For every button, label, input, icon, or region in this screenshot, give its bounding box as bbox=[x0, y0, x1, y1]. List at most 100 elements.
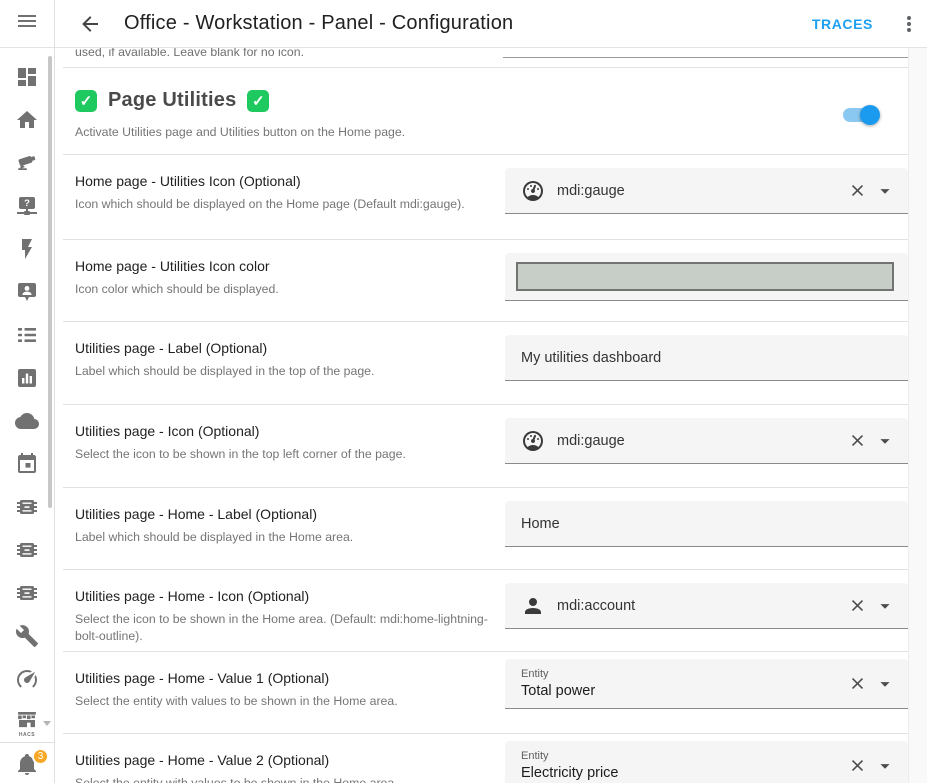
row-description: Icon which should be displayed on the Ho… bbox=[75, 196, 500, 213]
page-utilities-toggle[interactable] bbox=[843, 108, 877, 122]
calendar-icon bbox=[15, 452, 39, 481]
person-message-icon bbox=[15, 280, 39, 309]
dropdown-arrow-icon[interactable] bbox=[874, 180, 896, 202]
sidebar-item-dashboard[interactable] bbox=[0, 58, 54, 101]
entity-field-label: Entity bbox=[521, 750, 619, 762]
config-row: Utilities page - Label (Optional) Label … bbox=[63, 322, 908, 405]
row-label: Utilities page - Label (Optional) bbox=[75, 340, 505, 356]
field-value: My utilities dashboard bbox=[521, 350, 661, 366]
clear-icon[interactable] bbox=[848, 596, 867, 615]
gauge-icon bbox=[521, 429, 545, 453]
home-icon bbox=[15, 108, 39, 137]
row-description: Select the icon to be shown in the top l… bbox=[75, 446, 500, 463]
row-label: Utilities page - Home - Value 1 (Optiona… bbox=[75, 670, 505, 686]
field-value: Electricity price bbox=[521, 765, 619, 781]
speedometer-icon bbox=[15, 667, 39, 696]
sidebar-item-history[interactable] bbox=[0, 359, 54, 402]
sidebar-item-person-panel[interactable] bbox=[0, 273, 54, 316]
entity-field-label: Entity bbox=[521, 668, 595, 680]
sidebar-item-cloud[interactable] bbox=[0, 402, 54, 445]
field-value: mdi:gauge bbox=[557, 183, 625, 199]
dropdown-arrow-icon[interactable] bbox=[874, 430, 896, 452]
main-scrollbar-track[interactable] bbox=[908, 48, 927, 783]
config-form: used, if available. Leave blank for no i… bbox=[55, 48, 927, 783]
sidebar-notifications[interactable]: 3 bbox=[0, 742, 54, 783]
chip-icon bbox=[15, 538, 39, 567]
dropdown-arrow-icon[interactable] bbox=[874, 673, 896, 695]
dropdown-arrow-icon[interactable] bbox=[874, 595, 896, 617]
sidebar-menu-button[interactable] bbox=[0, 0, 54, 48]
home-icon-select[interactable]: mdi:account bbox=[505, 583, 908, 629]
home-label-input[interactable]: Home bbox=[505, 501, 908, 547]
svg-text:?: ? bbox=[24, 198, 30, 209]
row-label: Home page - Utilities Icon (Optional) bbox=[75, 173, 505, 189]
sidebar-item-cameras[interactable] bbox=[0, 144, 54, 187]
field-value: Home bbox=[521, 516, 560, 532]
sidebar-item-home[interactable] bbox=[0, 101, 54, 144]
kebab-menu-button[interactable] bbox=[897, 12, 921, 36]
sidebar-item-device-1[interactable] bbox=[0, 488, 54, 531]
clear-icon[interactable] bbox=[848, 431, 867, 450]
sidebar-item-energy[interactable] bbox=[0, 230, 54, 273]
row-label: Utilities page - Home - Icon (Optional) bbox=[75, 588, 505, 604]
clear-icon[interactable] bbox=[848, 756, 867, 775]
hacs-store-icon bbox=[16, 712, 38, 732]
sidebar-item-device-3[interactable] bbox=[0, 574, 54, 617]
sidebar-nav: ? bbox=[0, 48, 54, 746]
field-value: mdi:gauge bbox=[557, 433, 625, 449]
bell-icon bbox=[15, 763, 39, 780]
cctv-icon bbox=[15, 151, 39, 180]
row-label: Utilities page - Icon (Optional) bbox=[75, 423, 505, 439]
sidebar-item-device-2[interactable] bbox=[0, 531, 54, 574]
wrench-icon bbox=[15, 624, 39, 653]
home-utilities-icon-select[interactable]: mdi:gauge bbox=[505, 168, 908, 214]
gauge-icon bbox=[521, 179, 545, 203]
network-question-icon: ? bbox=[15, 194, 39, 223]
lightning-bolt-icon bbox=[15, 237, 39, 266]
chevron-down-icon bbox=[43, 721, 51, 726]
dropdown-arrow-icon[interactable] bbox=[874, 755, 896, 777]
row-description: Label which should be displayed in the t… bbox=[75, 363, 500, 380]
partial-input-underline bbox=[503, 57, 908, 58]
config-row: Utilities page - Home - Label (Optional)… bbox=[63, 488, 908, 570]
back-button[interactable] bbox=[78, 12, 102, 36]
utilities-page-icon-select[interactable]: mdi:gauge bbox=[505, 418, 908, 464]
sidebar-item-gauge-panel[interactable] bbox=[0, 660, 54, 703]
hacs-label: HACS bbox=[19, 733, 35, 738]
app-header: Office - Workstation - Panel - Configura… bbox=[55, 0, 927, 48]
sidebar-item-hacs[interactable]: HACS bbox=[0, 703, 54, 746]
check-emoji-icon: ✓ bbox=[75, 90, 97, 112]
partial-description: used, if available. Leave blank for no i… bbox=[75, 48, 304, 67]
row-description: Icon color which should be displayed. bbox=[75, 281, 500, 298]
notification-badge: 3 bbox=[32, 748, 49, 765]
sidebar-item-developer-tools[interactable] bbox=[0, 617, 54, 660]
row-description: Select the entity with values to be show… bbox=[75, 775, 500, 783]
row-label: Utilities page - Home - Label (Optional) bbox=[75, 506, 505, 522]
row-description: Label which should be displayed in the H… bbox=[75, 529, 500, 546]
config-row-partial: used, if available. Leave blank for no i… bbox=[63, 48, 908, 68]
home-value2-entity-select[interactable]: Entity Electricity price bbox=[505, 741, 908, 783]
row-description: Select the entity with values to be show… bbox=[75, 693, 500, 710]
sidebar-scrollbar[interactable] bbox=[48, 56, 52, 508]
app-window: ? bbox=[0, 0, 927, 783]
config-row: Home page - Utilities Icon (Optional) Ic… bbox=[63, 155, 908, 240]
toggle-thumb bbox=[860, 105, 880, 125]
icon-color-picker[interactable] bbox=[505, 253, 908, 301]
sidebar-item-calendar[interactable] bbox=[0, 445, 54, 488]
config-row: Utilities page - Icon (Optional) Select … bbox=[63, 405, 908, 488]
home-value1-entity-select[interactable]: Entity Total power bbox=[505, 659, 908, 709]
todo-list-icon bbox=[15, 323, 39, 352]
row-label: Utilities page - Home - Value 2 (Optiona… bbox=[75, 752, 505, 768]
clear-icon[interactable] bbox=[848, 181, 867, 200]
sidebar-item-network[interactable]: ? bbox=[0, 187, 54, 230]
section-description: Activate Utilities page and Utilities bu… bbox=[75, 125, 908, 139]
config-row: Utilities page - Home - Icon (Optional) … bbox=[63, 570, 908, 652]
traces-button[interactable]: TRACES bbox=[812, 16, 873, 32]
chart-box-icon bbox=[15, 366, 39, 395]
sidebar-item-todo-lists[interactable] bbox=[0, 316, 54, 359]
clear-icon[interactable] bbox=[848, 674, 867, 693]
main-area: Office - Workstation - Panel - Configura… bbox=[55, 0, 927, 783]
page-title: Office - Workstation - Panel - Configura… bbox=[124, 12, 513, 35]
utilities-label-input[interactable]: My utilities dashboard bbox=[505, 335, 908, 381]
color-swatch[interactable] bbox=[516, 262, 894, 291]
